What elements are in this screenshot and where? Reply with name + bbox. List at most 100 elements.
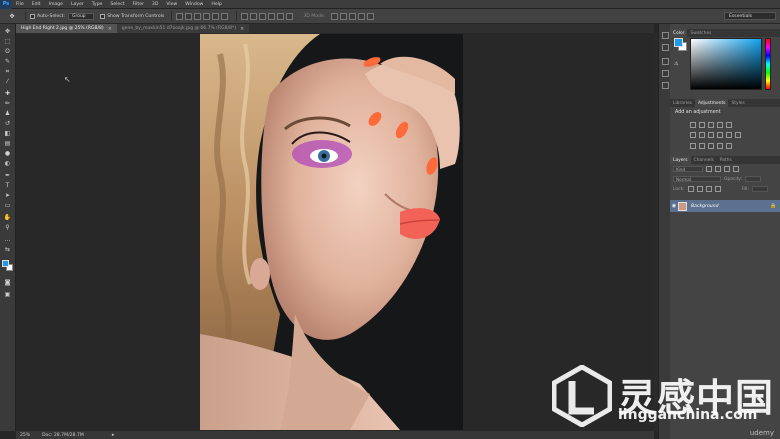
3d-pan-icon[interactable]: [349, 12, 357, 20]
auto-select-dropdown[interactable]: Group: [68, 12, 95, 20]
fill-field[interactable]: [751, 186, 768, 192]
hue-slider[interactable]: [765, 38, 771, 90]
blend-mode-dropdown[interactable]: Normal: [673, 176, 721, 182]
portrait-photo[interactable]: [200, 34, 463, 430]
lock-position-icon[interactable]: [705, 186, 712, 192]
transform-controls-checkbox[interactable]: [100, 13, 106, 19]
status-arrow-icon[interactable]: ▸: [112, 432, 115, 438]
workspace-dropdown[interactable]: Essentials: [724, 12, 776, 20]
foreground-color-swatch[interactable]: [2, 260, 9, 267]
threshold-icon[interactable]: [708, 143, 714, 149]
3d-roll-icon[interactable]: [340, 12, 348, 20]
tab-channels[interactable]: Channels: [691, 156, 717, 164]
layer-kind-dropdown[interactable]: Kind: [673, 166, 703, 172]
color-panel-fg-swatch[interactable]: [674, 38, 683, 47]
properties-panel-icon[interactable]: [662, 44, 669, 51]
exposure-icon[interactable]: [717, 122, 723, 128]
move-tool-preset-icon[interactable]: ✥: [3, 11, 21, 22]
levels-icon[interactable]: [699, 122, 705, 128]
crop-tool-icon[interactable]: ⌗: [2, 67, 13, 76]
menu-select[interactable]: Select: [106, 2, 128, 7]
filter-pixel-icon[interactable]: [706, 166, 712, 172]
swap-colors-icon[interactable]: ⇆: [2, 245, 13, 254]
menu-help[interactable]: Help: [207, 2, 225, 7]
gradient-tool-icon[interactable]: ▤: [2, 139, 13, 148]
selective-color-icon[interactable]: [726, 143, 732, 149]
gamut-warning-icon[interactable]: ⚠: [674, 61, 678, 67]
history-panel-icon[interactable]: [662, 32, 669, 39]
auto-select-checkbox[interactable]: [30, 13, 35, 19]
tab-swatches[interactable]: Swatches: [687, 29, 714, 37]
gradient-map-icon[interactable]: [717, 143, 723, 149]
lock-pixels-icon[interactable]: [696, 186, 703, 192]
curves-icon[interactable]: [708, 122, 714, 128]
vibrance-icon[interactable]: [726, 122, 732, 128]
close-icon[interactable]: ×: [240, 26, 244, 32]
3d-slide-icon[interactable]: [358, 12, 366, 20]
tab-styles[interactable]: Styles: [728, 99, 747, 107]
brush-panel-icon[interactable]: [662, 82, 669, 89]
black-white-icon[interactable]: [708, 132, 714, 138]
menu-image[interactable]: Image: [45, 2, 67, 7]
color-picker-field[interactable]: [690, 38, 762, 90]
channel-mixer-icon[interactable]: [726, 132, 732, 138]
eraser-tool-icon[interactable]: ◧: [2, 129, 13, 138]
color-lookup-icon[interactable]: [735, 132, 741, 138]
lock-transparent-icon[interactable]: [687, 186, 694, 192]
filter-adjustment-icon[interactable]: [715, 166, 721, 172]
tab-gene-by-maxkin[interactable]: gene_by_maxkin51 d7ooajk.jpg @ 66.7% (RG…: [116, 24, 250, 33]
align-middle-icon[interactable]: [185, 12, 193, 20]
menu-type[interactable]: Type: [88, 2, 107, 7]
lock-all-icon[interactable]: [714, 186, 721, 192]
align-center-icon[interactable]: [212, 12, 220, 20]
hand-tool-icon[interactable]: ✋: [2, 213, 13, 222]
screen-mode-icon[interactable]: ▣: [2, 290, 13, 299]
filter-type-icon[interactable]: [724, 166, 730, 172]
distribute-left-icon[interactable]: [268, 12, 276, 20]
brush-tool-icon[interactable]: ✏: [2, 99, 13, 108]
zoom-tool-icon[interactable]: ⚲: [2, 223, 13, 232]
filter-shape-icon[interactable]: [733, 166, 739, 172]
marquee-tool-icon[interactable]: ⬚: [2, 37, 13, 46]
posterize-icon[interactable]: [699, 143, 705, 149]
menu-filter[interactable]: Filter: [129, 2, 148, 7]
color-balance-icon[interactable]: [699, 132, 705, 138]
zoom-level[interactable]: 25%: [16, 433, 34, 438]
photo-filter-icon[interactable]: [717, 132, 723, 138]
align-left-icon[interactable]: [203, 12, 211, 20]
eye-icon[interactable]: ◉: [670, 203, 678, 209]
align-bottom-icon[interactable]: [194, 12, 202, 20]
blur-tool-icon[interactable]: ●: [2, 149, 13, 158]
menu-file[interactable]: File: [12, 2, 28, 7]
distribute-center-icon[interactable]: [277, 12, 285, 20]
move-tool-icon[interactable]: ✥: [2, 27, 13, 36]
lasso-tool-icon[interactable]: ʘ: [2, 47, 13, 56]
menu-window[interactable]: Window: [181, 2, 207, 7]
close-icon[interactable]: ×: [108, 26, 112, 32]
align-right-icon[interactable]: [221, 12, 229, 20]
healing-brush-tool-icon[interactable]: ✚: [2, 89, 13, 98]
tab-layers[interactable]: Layers: [670, 156, 691, 164]
tab-paths[interactable]: Paths: [717, 156, 735, 164]
menu-edit[interactable]: Edit: [28, 2, 45, 7]
align-top-icon[interactable]: [176, 12, 184, 20]
color-swatches[interactable]: [2, 260, 14, 272]
distribute-right-icon[interactable]: [286, 12, 294, 20]
tab-libraries[interactable]: Libraries: [670, 99, 695, 107]
quick-mask-icon[interactable]: ◙: [2, 278, 13, 287]
type-tool-icon[interactable]: T: [2, 181, 13, 190]
menu-3d[interactable]: 3D: [148, 2, 162, 7]
brightness-contrast-icon[interactable]: [690, 122, 696, 128]
character-panel-icon[interactable]: [662, 70, 669, 77]
eyedropper-tool-icon[interactable]: ⁄: [2, 77, 13, 86]
3d-rotate-icon[interactable]: [331, 12, 339, 20]
hue-saturation-icon[interactable]: [690, 132, 696, 138]
menu-view[interactable]: View: [162, 2, 181, 7]
opacity-field[interactable]: [745, 176, 762, 182]
distribute-bottom-icon[interactable]: [259, 12, 267, 20]
distribute-top-icon[interactable]: [241, 12, 249, 20]
dodge-tool-icon[interactable]: ◐: [2, 159, 13, 168]
more-tools-icon[interactable]: …: [2, 235, 13, 244]
history-brush-tool-icon[interactable]: ↺: [2, 119, 13, 128]
clone-stamp-tool-icon[interactable]: ♟: [2, 109, 13, 118]
